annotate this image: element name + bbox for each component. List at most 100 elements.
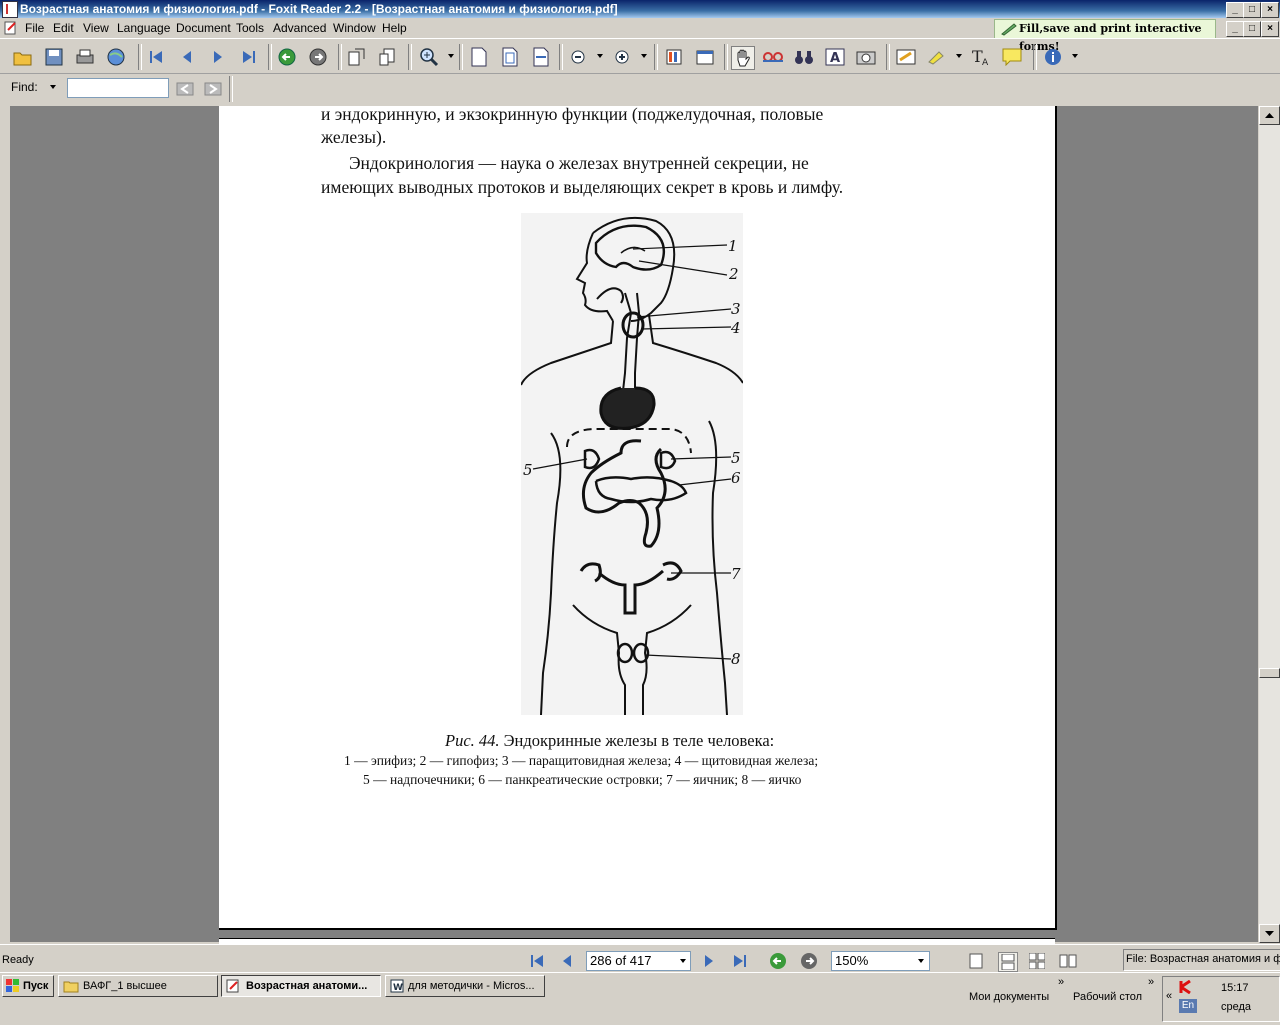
status-next-page-icon[interactable] <box>700 952 718 970</box>
single-page-view-icon[interactable] <box>967 952 985 970</box>
fit-width-icon[interactable] <box>530 46 552 68</box>
toolbar-separator <box>1033 44 1037 70</box>
menu-document[interactable]: Document <box>176 21 231 35</box>
zoom-dropdown-arrow[interactable] <box>448 54 454 58</box>
vertical-scrollbar[interactable] <box>1259 106 1280 943</box>
zoom-out-small-icon[interactable] <box>567 46 589 68</box>
start-label: Пуск <box>23 980 49 992</box>
scroll-up-button[interactable] <box>1259 106 1280 125</box>
task-explorer-folder[interactable]: ВАФГ_1 высшее <box>58 975 218 997</box>
task-word-document[interactable]: W для методички - Micros... <box>385 975 545 997</box>
select-text-icon[interactable] <box>762 46 784 68</box>
main-toolbar: A TA <box>0 38 1280 74</box>
chevron-right-icon[interactable]: » <box>1148 976 1154 988</box>
status-go-back-icon[interactable] <box>769 952 787 970</box>
zoom-combo-arrow[interactable] <box>918 959 924 963</box>
quick-launch-my-documents[interactable]: Мои документы <box>969 991 1049 1003</box>
actual-size-icon[interactable] <box>468 46 490 68</box>
next-page-icon[interactable] <box>207 46 229 68</box>
toolbar-separator <box>886 44 890 70</box>
quick-launch-desktop[interactable]: Рабочий стол <box>1073 991 1142 1003</box>
start-button[interactable]: Пуск <box>2 975 54 997</box>
window-title: Возрастная анатомия и физиология.pdf - F… <box>20 2 618 16</box>
find-binoculars-icon[interactable] <box>793 46 815 68</box>
status-last-page-icon[interactable] <box>731 952 749 970</box>
status-first-page-icon[interactable] <box>528 952 546 970</box>
document-icon[interactable] <box>4 21 18 35</box>
facing-view-icon[interactable] <box>1028 952 1046 970</box>
text-tool-icon[interactable]: TA <box>970 46 992 68</box>
menu-tools[interactable]: Tools <box>236 21 264 35</box>
save-icon[interactable] <box>43 46 65 68</box>
scroll-thumb[interactable] <box>1259 668 1280 678</box>
menu-window[interactable]: Window <box>333 21 376 35</box>
doc-minimize-button[interactable]: _ <box>1226 21 1244 37</box>
figure-label-3: 3 <box>731 300 741 318</box>
go-back-icon[interactable] <box>276 46 298 68</box>
menu-file[interactable]: File <box>25 21 44 35</box>
note-icon[interactable] <box>1001 46 1023 68</box>
continuous-view-icon[interactable] <box>998 952 1018 972</box>
zoom-in-small-icon[interactable] <box>611 46 633 68</box>
doc-close-button[interactable]: × <box>1261 21 1279 37</box>
app-icon[interactable] <box>2 1 18 18</box>
scroll-down-button[interactable] <box>1259 924 1280 943</box>
find-options-arrow[interactable] <box>50 85 56 89</box>
menu-view[interactable]: View <box>83 21 109 35</box>
minimize-button[interactable]: _ <box>1226 2 1244 18</box>
zoom-in-icon[interactable] <box>418 46 440 68</box>
web-icon[interactable] <box>105 46 127 68</box>
typewriter-icon[interactable]: A <box>824 46 846 68</box>
figure-label-8: 8 <box>731 650 741 668</box>
rotate-page-cw-icon[interactable] <box>377 46 399 68</box>
open-icon[interactable] <box>12 46 34 68</box>
zoom-out-dropdown-arrow[interactable] <box>597 54 603 58</box>
status-go-forward-icon[interactable] <box>800 952 818 970</box>
figure-label-6: 6 <box>731 469 741 487</box>
fill-forms-banner[interactable]: Fill,save and print interactive forms! <box>994 19 1216 53</box>
first-page-icon[interactable] <box>145 46 167 68</box>
toolbar-separator <box>408 44 412 70</box>
find-next-icon[interactable] <box>202 78 224 100</box>
hand-tool-icon[interactable] <box>731 46 755 70</box>
info-icon[interactable] <box>1042 46 1064 68</box>
previous-page-icon[interactable] <box>176 46 198 68</box>
rotate-page-icon[interactable] <box>346 46 368 68</box>
find-previous-icon[interactable] <box>174 78 196 100</box>
highlight-dropdown-arrow[interactable] <box>956 54 962 58</box>
highlight-icon[interactable] <box>926 46 948 68</box>
figure-label-5-left: 5 <box>523 461 533 479</box>
page-dropdown-arrow[interactable] <box>680 959 686 963</box>
task-foxit-reader[interactable]: Возрастная анатоми... <box>221 975 381 997</box>
info-dropdown-arrow[interactable] <box>1072 54 1078 58</box>
clock-time[interactable]: 15:17 <box>1221 982 1249 994</box>
menu-help[interactable]: Help <box>382 21 407 35</box>
figure-legend-line-1: 1 — эпифиз; 2 — гипофиз; 3 — паращитовид… <box>344 753 819 768</box>
continuous-facing-view-icon[interactable] <box>1059 952 1077 970</box>
zoom-in-dropdown-arrow[interactable] <box>641 54 647 58</box>
fit-page-icon[interactable] <box>499 46 521 68</box>
find-input[interactable] <box>67 78 169 98</box>
form-fill-icon[interactable] <box>895 46 917 68</box>
zoom-combo[interactable]: 150% <box>831 951 930 971</box>
figure-legend-line-2: 5 — надпочечники; 6 — панкреатические ос… <box>363 772 802 787</box>
menu-edit[interactable]: Edit <box>53 21 74 35</box>
menu-language[interactable]: Language <box>117 21 170 35</box>
close-button[interactable]: × <box>1261 2 1279 18</box>
page-number-field[interactable]: 286 of 417 <box>586 951 691 971</box>
chevron-right-icon[interactable]: » <box>1058 976 1064 988</box>
status-previous-page-icon[interactable] <box>558 952 576 970</box>
print-icon[interactable] <box>74 46 96 68</box>
menu-advanced[interactable]: Advanced <box>273 21 326 35</box>
bookmarks-icon[interactable] <box>663 46 685 68</box>
go-forward-icon[interactable] <box>307 46 329 68</box>
screenshot-icon[interactable] <box>694 46 716 68</box>
word-icon: W <box>390 979 404 996</box>
antivirus-icon[interactable] <box>1179 979 1193 997</box>
language-indicator[interactable]: En <box>1179 999 1197 1013</box>
snapshot-icon[interactable] <box>855 46 877 68</box>
doc-restore-button[interactable]: □ <box>1243 21 1261 37</box>
foxit-icon <box>226 979 240 996</box>
maximize-button[interactable]: □ <box>1243 2 1261 18</box>
last-page-icon[interactable] <box>238 46 260 68</box>
